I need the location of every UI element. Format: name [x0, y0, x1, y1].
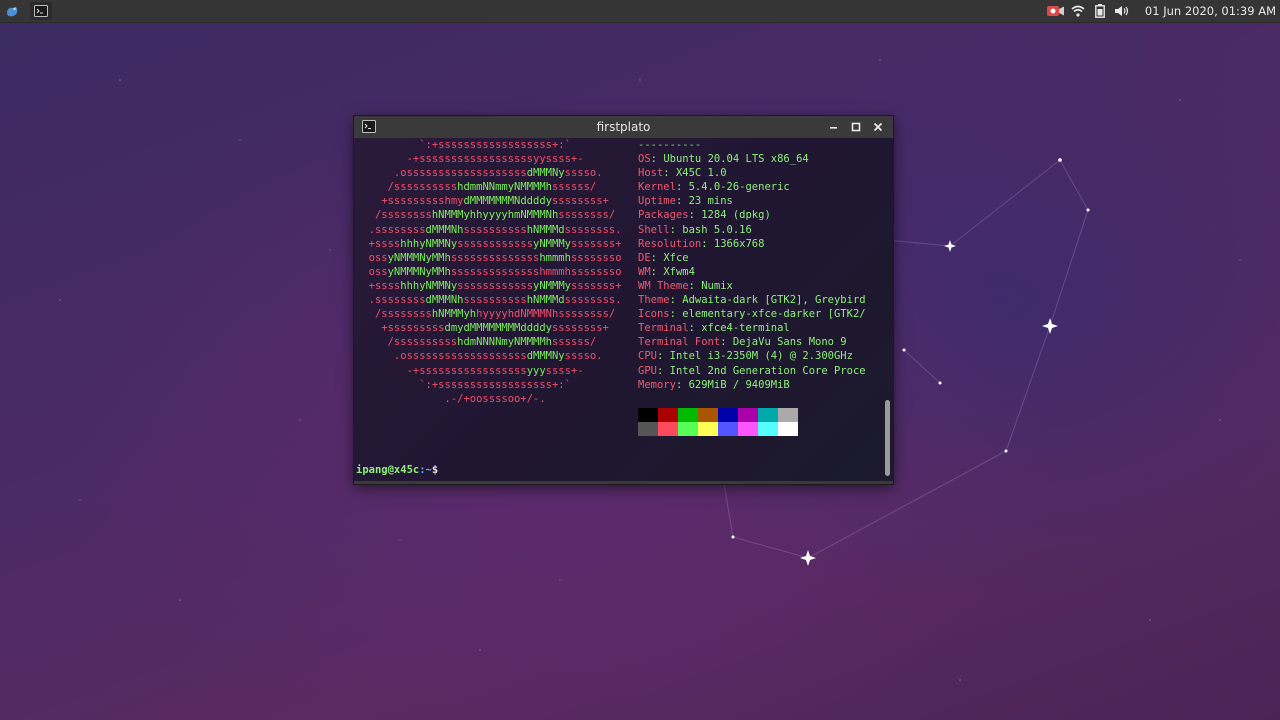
info-line: OS: Ubuntu 20.04 LTS x86_64	[638, 153, 809, 166]
ascii-line: .osssssssssssssssssssdMMMNysssso.	[356, 167, 603, 180]
info-line: GPU: Intel 2nd Generation Core Proce	[638, 364, 866, 377]
info-line: Uptime: 23 mins	[638, 195, 733, 208]
palette-swatch	[778, 408, 798, 422]
system-info: ---------- OS: Ubuntu 20.04 LTS x86_64 Hos…	[638, 138, 866, 392]
palette-swatch	[638, 408, 658, 422]
palette-swatch	[678, 408, 698, 422]
ascii-line: ossyNMMMNyMMhsssssssssssssshmmmhssssssso	[356, 251, 622, 264]
info-line: Icons: elementary-xfce-darker [GTK2/	[638, 308, 866, 321]
minimize-icon	[830, 127, 837, 129]
info-line: Kernel: 5.4.0-26-generic	[638, 181, 790, 194]
info-line: DE: Xfce	[638, 251, 689, 264]
terminal-icon	[34, 5, 48, 17]
info-line: CPU: Intel i3-2350M (4) @ 2.300GHz	[638, 350, 853, 363]
info-line: Resolution: 1366x768	[638, 237, 765, 250]
terminal-taskbar-button[interactable]	[30, 2, 52, 20]
palette-swatch	[758, 422, 778, 436]
palette-swatch	[658, 422, 678, 436]
ascii-line: +ssssssssshmydMMMMMMMNddddyssssssss+	[356, 195, 609, 208]
ascii-line: /sssssssshNMMMyhhyyyyhdNMMMNhssssssss/	[356, 308, 616, 321]
terminal-window[interactable]: firstplato `:+ssssssssssssssssss+:` -+ss…	[354, 116, 893, 484]
ascii-line: -+ssssssssssssssssssyyssss+-	[356, 153, 584, 166]
palette-swatch	[698, 422, 718, 436]
color-palette	[638, 408, 798, 436]
palette-swatch	[738, 422, 758, 436]
window-border	[354, 481, 893, 484]
system-tray: 01 Jun 2020, 01:39 AM	[1045, 0, 1280, 22]
palette-swatch	[738, 408, 758, 422]
info-line: Memory: 629MiB / 9409MiB	[638, 378, 790, 391]
info-line: WM: Xfwm4	[638, 265, 695, 278]
info-line: Theme: Adwaita-dark [GTK2], Greybird	[638, 294, 866, 307]
close-icon	[873, 122, 883, 132]
xfce-mouse-icon[interactable]	[2, 2, 22, 20]
palette-swatch	[758, 408, 778, 422]
ascii-line: `:+ssssssssssssssssss+:`	[356, 378, 571, 391]
terminal-output[interactable]: `:+ssssssssssssssssss+:` -+sssssssssssss…	[354, 138, 893, 481]
ascii-line: .osssssssssssssssssssdMMMNysssso.	[356, 350, 603, 363]
palette-swatch	[718, 408, 738, 422]
scrollbar-thumb[interactable]	[885, 400, 890, 476]
ascii-line: -+sssssssssssssssssyyyssss+-	[356, 364, 584, 377]
volume-icon[interactable]	[1113, 3, 1131, 19]
info-separator: ----------	[638, 139, 702, 151]
ascii-line: ossyNMMMNyMMhsssssssssssssshmmmhssssssso	[356, 265, 622, 278]
ascii-line: /sssssssshNMMMyhhyyyyhmNMMMNhssssssss/	[356, 209, 616, 222]
close-button[interactable]	[870, 119, 886, 135]
ubuntu-ascii-logo: `:+ssssssssssssssssss+:` -+sssssssssssss…	[356, 138, 622, 406]
info-line: WM Theme: Numix	[638, 279, 733, 292]
ascii-line: /sssssssssshdmmNNmmyNMMMMhssssss/	[356, 181, 597, 194]
window-title: firstplato	[596, 120, 651, 134]
shell-prompt[interactable]: ipang@x45c:~$	[356, 464, 438, 476]
info-line: Packages: 1284 (dpkg)	[638, 209, 771, 222]
prompt-symbol: $	[431, 464, 439, 476]
info-line: Terminal Font: DejaVu Sans Mono 9	[638, 336, 847, 349]
ascii-line: +sssshhhyNMMNyssssssssssssyNMMMysssssss+	[356, 279, 622, 292]
record-icon[interactable]	[1046, 3, 1065, 19]
palette-swatch	[778, 422, 798, 436]
info-line: Host: X45C 1.0	[638, 167, 727, 180]
ascii-line: .ssssssssdMMMNhsssssssssshNMMMdssssssss.	[356, 294, 622, 307]
top-panel: 01 Jun 2020, 01:39 AM	[0, 0, 1280, 23]
ascii-line: +sssssssssdmydMMMMMMMMddddyssssssss+	[356, 322, 609, 335]
prompt-user: ipang@x45c	[356, 464, 420, 476]
maximize-button[interactable]	[848, 119, 864, 135]
minimize-button[interactable]	[826, 119, 842, 135]
ascii-line: .-/+oossssoo+/-.	[356, 392, 546, 405]
wifi-icon[interactable]	[1069, 3, 1087, 19]
clock[interactable]: 01 Jun 2020, 01:39 AM	[1145, 4, 1276, 18]
ascii-line: `:+ssssssssssssssssss+:`	[356, 139, 571, 151]
prompt-path: :~	[419, 464, 432, 476]
info-line: Terminal: xfce4-terminal	[638, 322, 790, 335]
maximize-icon	[851, 122, 861, 132]
battery-icon[interactable]	[1091, 3, 1109, 19]
palette-swatch	[658, 408, 678, 422]
palette-swatch	[638, 422, 658, 436]
ascii-line: +sssshhhyNMMNyssssssssssssyNMMMysssssss+	[356, 237, 622, 250]
palette-swatch	[678, 422, 698, 436]
info-line: Shell: bash 5.0.16	[638, 223, 752, 236]
palette-swatch	[718, 422, 738, 436]
ascii-line: /sssssssssshdmNNNNmyNMMMMhssssss/	[356, 336, 597, 349]
window-titlebar[interactable]: firstplato	[354, 116, 893, 138]
palette-swatch	[698, 408, 718, 422]
ascii-line: .ssssssssdMMMNhsssssssssshNMMMdssssssss.	[356, 223, 622, 236]
